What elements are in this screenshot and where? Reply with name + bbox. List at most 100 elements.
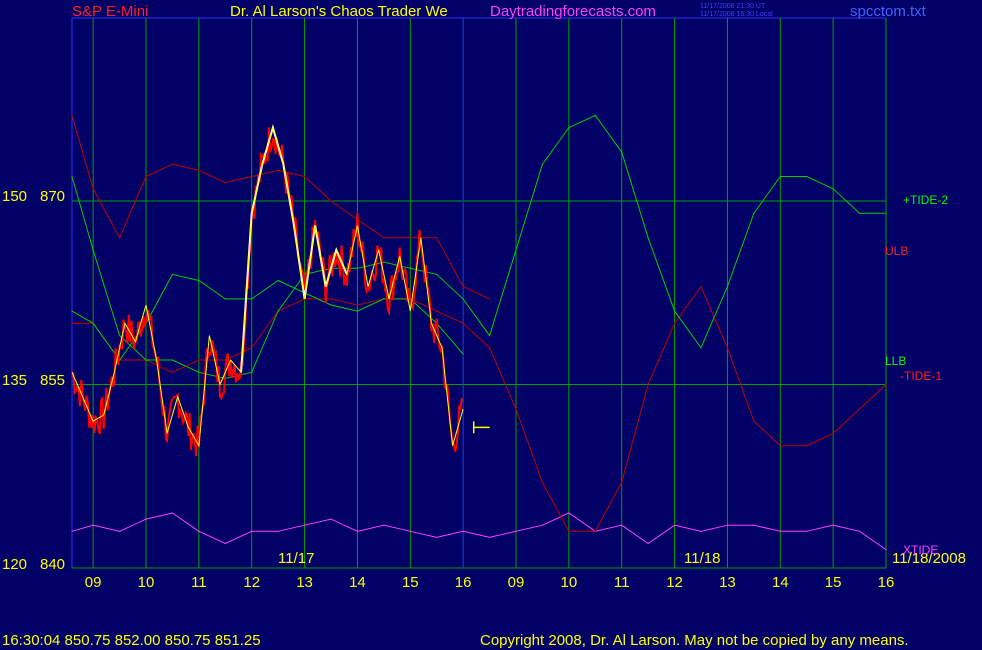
ulb-line-point [383,237,385,239]
label-ulb: ULB [885,244,909,258]
tide-minus-line-point [568,530,570,532]
xtide-line [71,512,887,551]
ulb-line-point [409,237,411,239]
x-tick-label: 15 [402,574,419,591]
tide-minus-line-point [885,383,887,386]
tide-plus-line-point [118,334,121,337]
tide-plus-line-point [568,127,570,129]
ulb-line-point [330,200,332,202]
chart-title: Dr. Al Larson's Chaos Trader We [230,3,448,20]
tide-minus-line-point [621,481,623,483]
x-tick-label: 14 [772,574,789,591]
xtide-line-point [700,530,702,532]
xtide-line-point [171,512,174,514]
tide-minus-line-point [594,530,596,532]
tide-plus-line-point [462,298,464,300]
ulb-line-point [92,188,94,190]
y-price-label-1: 855 [40,372,66,389]
xtide-line-point [806,530,808,532]
xtide-line-point [621,524,623,526]
xtide-line-point [647,542,649,545]
xtide-line-point [92,524,94,526]
xtide-line-point [383,524,385,526]
y-price-label-2: 840 [40,556,66,573]
date-label-1118: 11/18 [684,550,721,567]
x-tick-label: 16 [455,574,472,591]
xtide-line-point [303,524,306,526]
llb-line-point [277,279,279,282]
xtide-line-point [409,530,411,532]
x-tick-label: 11 [191,574,207,591]
xtide-line-point [885,549,887,551]
site-link[interactable]: Daytradingforecasts.com [490,3,656,20]
data-filename: spcctom.txt [850,3,926,20]
tide-plus-line-point [277,310,279,312]
timestamp-ut: 11/17/2008 21:30 UT [700,3,766,10]
llb-line-point [251,298,253,300]
ulb-line-point [277,169,279,172]
tide-plus-line-point [700,347,702,349]
tide-minus-line-point [673,322,676,324]
ulb-line-point [251,175,253,178]
xtide-line-point [541,524,544,526]
tide-plus-line-point [541,163,544,165]
xtide-line-point [118,530,121,532]
x-tick-label: 13 [296,574,313,591]
xtide-line-point [726,524,729,526]
xtide-line-point [71,530,73,532]
tide-plus-line-point [779,175,781,178]
tide-minus-line-point [541,481,544,483]
label-xtide: XTIDE [903,543,939,557]
tide-plus-line-point [515,249,517,251]
tide-minus-line-point [356,304,359,306]
ulb-line-point [198,169,200,172]
tide-plus-line-point [71,175,73,178]
xtide-line-point [251,530,253,532]
tide-plus-line [71,114,886,379]
tide-plus-line-point [885,212,887,214]
tide-plus-line-point [726,286,729,288]
xtide-line-point [779,530,781,532]
xtide-line-point [515,530,517,532]
ulb-line-point [171,163,174,165]
tide-plus-line-point [145,359,147,361]
llb-line-point [92,322,94,324]
tide-minus-line-point [462,322,464,324]
tide-minus-line-point [858,408,861,410]
llb-line-point [224,298,226,300]
x-tick-label: 11 [614,574,630,591]
y-price-label-0: 870 [40,188,66,205]
price-line [71,127,463,457]
tide-minus-line-point [515,408,517,410]
llb-line-point [330,304,332,306]
x-tick-label: 09 [85,574,102,591]
llb-line-point [356,310,359,312]
llb-line [71,273,464,361]
xtide-line-point [858,530,861,532]
price-average-line [71,125,464,448]
ulb-line-point [145,175,147,178]
tide-minus-line-point [700,286,702,288]
tide-minus-line-point [330,298,332,300]
tide-plus-line-point [198,371,200,373]
x-tick-label: 10 [561,574,578,591]
tide-plus-line-point [171,359,174,361]
tide-minus-line-point [436,310,438,312]
xtide-line-point [568,512,570,514]
ulb-line-point [224,182,226,184]
tide-minus-line-point [806,445,808,447]
tide-plus-line-point [832,188,834,190]
tide-minus-line-point [779,445,781,447]
ulb-line-point [462,286,464,288]
tide-plus-line-point [858,212,861,214]
y-osc-label-1: 135 [2,372,28,389]
xtide-line-point [277,530,279,532]
y-osc-label-2: 120 [2,556,28,573]
tide-minus-line-point [832,432,834,435]
x-tick-label: 14 [349,574,366,591]
x-tick-label: 15 [825,574,842,591]
xtide-line-point [436,536,438,539]
ulb-line-point [488,298,491,300]
tide-plus-line-point [436,273,438,275]
timestamp-local: 11/17/2008 16:30 Local [700,11,773,18]
